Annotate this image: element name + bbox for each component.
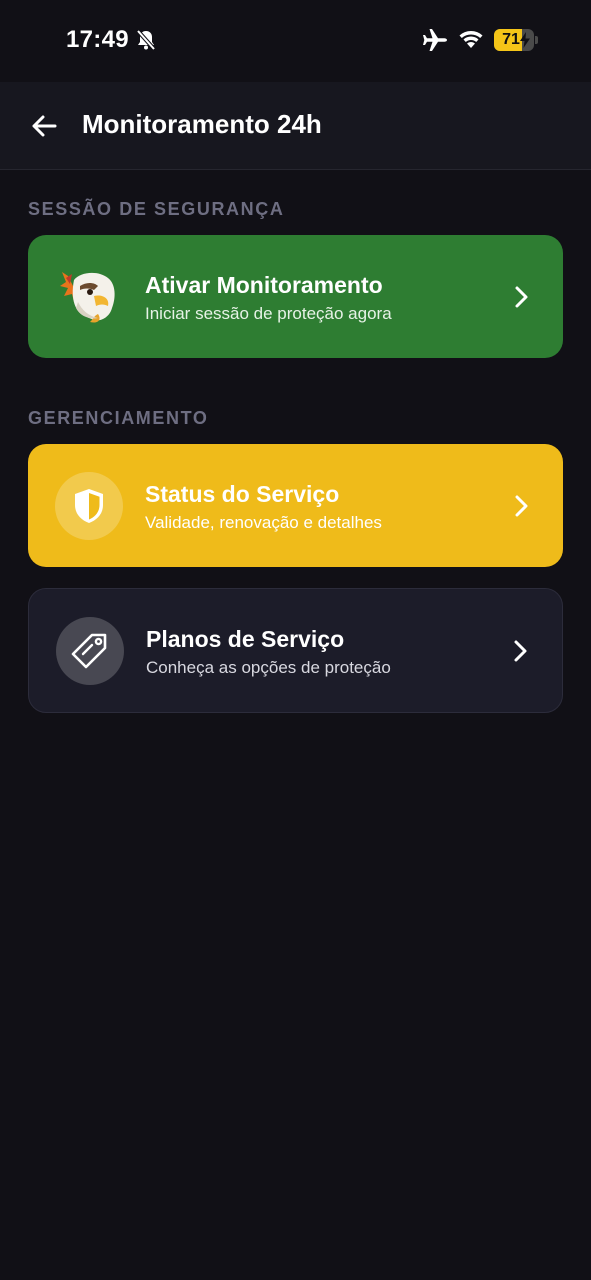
section-label-management: GERENCIAMENTO	[28, 408, 209, 428]
service-plans-card[interactable]: Planos de Serviço Conheça as opções de p…	[28, 588, 563, 713]
card-title: Ativar Monitoramento	[145, 272, 383, 298]
card-subtitle: Conheça as opções de proteção	[146, 658, 391, 677]
status-bar: 17:49 71	[0, 0, 591, 82]
card-title: Planos de Serviço	[146, 626, 345, 652]
app-header: Monitoramento 24h	[0, 82, 591, 170]
bell-muted-icon	[136, 29, 156, 51]
back-button[interactable]	[26, 110, 62, 142]
page-title: Monitoramento 24h	[82, 109, 322, 139]
shield-icon-circle	[55, 472, 123, 540]
card-title: Status do Serviço	[145, 481, 340, 507]
battery-charging-icon: 71	[494, 29, 538, 51]
shield-icon	[75, 489, 103, 523]
airplane-icon	[423, 29, 447, 51]
eagle-logo-icon	[60, 272, 115, 323]
chevron-right-icon	[514, 640, 527, 662]
service-status-card[interactable]: Status do Serviço Validade, renovação e …	[28, 444, 563, 567]
tag-icon	[71, 633, 107, 669]
card-subtitle: Iniciar sessão de proteção agora	[145, 304, 392, 323]
chevron-right-icon	[515, 286, 528, 308]
wifi-icon	[459, 31, 483, 48]
bolt-icon	[520, 32, 530, 48]
status-time: 17:49	[66, 26, 129, 53]
section-label-security: SESSÃO DE SEGURANÇA	[28, 199, 285, 219]
chevron-right-icon	[515, 495, 528, 517]
card-subtitle: Validade, renovação e detalhes	[145, 513, 382, 532]
arrow-left-icon	[32, 115, 57, 137]
tag-icon-circle	[56, 617, 124, 685]
activate-monitoring-card[interactable]: Ativar Monitoramento Iniciar sessão de p…	[28, 235, 563, 358]
